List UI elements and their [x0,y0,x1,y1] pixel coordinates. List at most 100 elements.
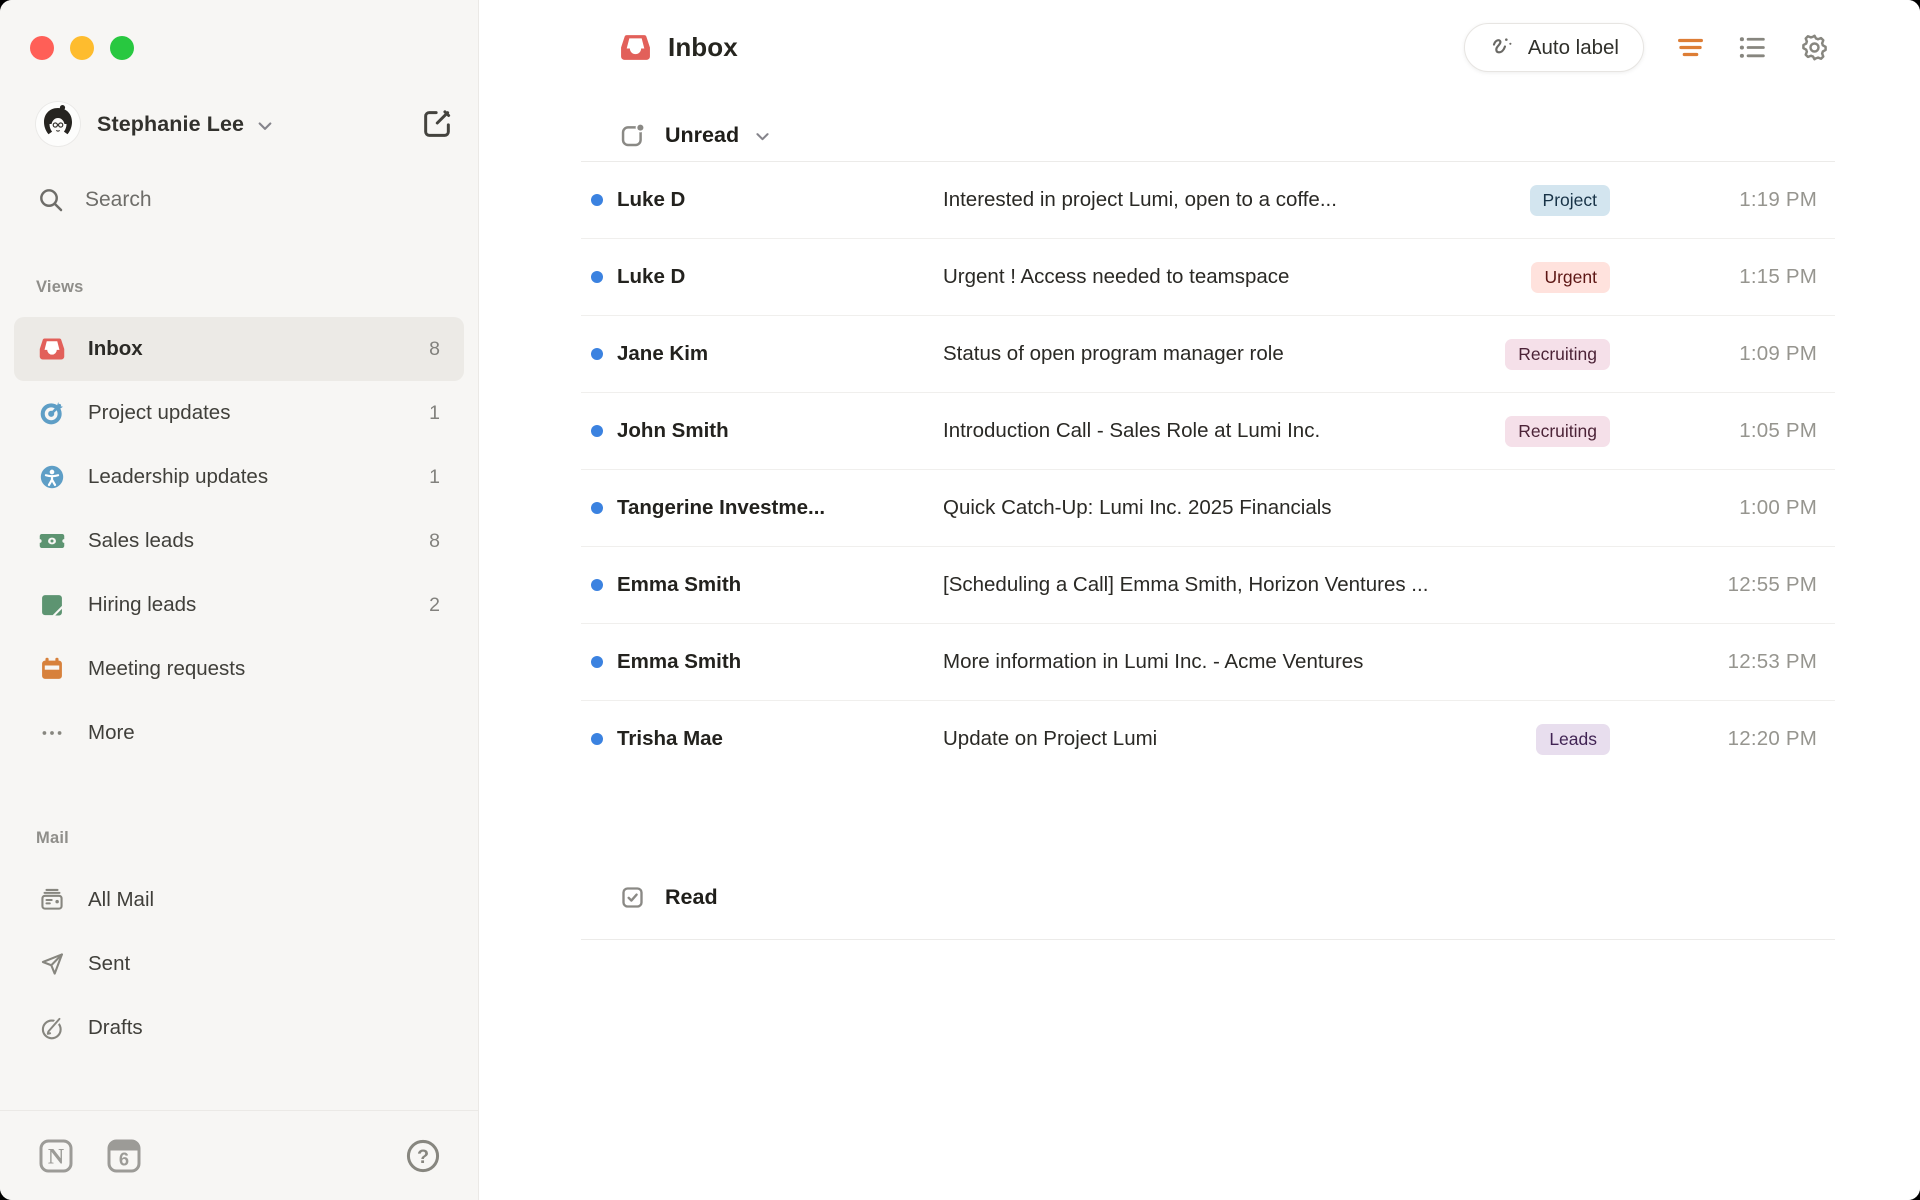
search-button[interactable]: Search [37,186,454,214]
email-sender: Luke D [617,188,686,211]
sidebar-item-label: More [88,721,135,744]
compose-button[interactable] [420,107,454,141]
sidebar-item-drafts[interactable]: Drafts [14,996,464,1060]
sidebar-item-label: Sent [88,952,131,975]
sidebar: Stephanie Lee Search Views Inbox 8 Project … [0,0,479,1200]
view-title-group: Inbox [619,31,738,64]
unread-count-badge: 8 [429,529,440,552]
email-time: 12:55 PM [1727,573,1817,596]
email-row[interactable]: Emma Smith [Scheduling a Call] Emma Smith… [581,547,1835,624]
main-header: Inbox Auto label [479,0,1920,72]
sidebar-item-label: Hiring leads [88,593,197,616]
label-badge-recruiting: Recruiting [1505,415,1610,447]
email-sender: Jane Kim [617,342,709,365]
unread-count-badge: 2 [429,593,440,616]
sidebar-item-sent[interactable]: Sent [14,932,464,996]
sidebar-item-label: Sales leads [88,529,194,552]
sidebar-item-leadership-updates[interactable]: Leadership updates 1 [14,445,464,509]
email-subject: Introduction Call - Sales Role at Lumi I… [943,419,1321,442]
email-subject: More information in Lumi Inc. - Acme Ven… [943,650,1364,673]
main-area: Inbox Auto label Unread Luke D Interested… [479,0,1920,1200]
email-row[interactable]: John Smith Introduction Call - Sales Role… [581,393,1835,470]
auto-label-button[interactable]: Auto label [1463,23,1644,72]
inbox-icon [619,31,652,64]
traffic-lights [0,0,478,60]
help-icon[interactable]: ? [404,1137,442,1175]
email-row[interactable]: Trisha Mae Update on Project Lumi Leads 12:… [581,701,1835,777]
chevron-down-icon[interactable] [752,126,773,147]
label-badge-project: Project [1529,184,1610,216]
email-sender: Luke D [617,265,686,288]
email-row[interactable]: Luke D Interested in project Lumi, open t… [581,162,1835,239]
auto-label-wand-icon [1489,34,1516,61]
email-time: 1:05 PM [1739,419,1817,442]
email-row[interactable]: Tangerine Investme... Quick Catch-Up: Lum… [581,470,1835,547]
sidebar-item-label: Project updates [88,401,231,424]
svg-text:?: ? [417,1145,429,1167]
sidebar-item-project-updates[interactable]: Project updates 1 [14,381,464,445]
unread-count-badge: 8 [429,337,440,360]
unread-dot [591,271,603,283]
email-sender: Emma Smith [617,650,742,673]
unread-section-header[interactable]: Unread [619,119,1920,151]
email-sender: Tangerine Investme... [617,496,826,519]
target-icon [38,399,66,427]
filter-icon[interactable] [1675,32,1706,63]
minimize-window-button[interactable] [70,36,94,60]
sidebar-item-hiring-leads[interactable]: Hiring leads 2 [14,573,464,637]
header-actions: Auto label [1463,23,1830,72]
drafts-icon [38,1014,66,1042]
sidebar-item-label: Inbox [88,337,143,360]
read-section-header[interactable]: Read [619,881,1920,913]
email-row[interactable]: Emma Smith More information in Lumi Inc. … [581,624,1835,701]
unread-count-badge: 1 [429,401,440,424]
email-row[interactable]: Jane Kim Status of open program manager r… [581,316,1835,393]
label-badge-urgent: Urgent [1531,261,1610,293]
search-label: Search [85,188,152,211]
sidebar-item-sales-leads[interactable]: Sales leads 8 [14,509,464,573]
sidebar-nav: Views Inbox 8 Project updates 1 Leadership up… [0,278,478,1060]
avatar [36,102,80,146]
sidebar-item-all-mail[interactable]: All Mail [14,868,464,932]
sent-icon [38,950,66,978]
email-row[interactable]: Luke D Urgent ! Access needed to teamspac… [581,239,1835,316]
notion-app-icon[interactable]: N [36,1136,76,1176]
search-icon [37,186,65,214]
close-window-button[interactable] [30,36,54,60]
email-list: Luke D Interested in project Lumi, open t… [581,162,1835,777]
sidebar-item-more[interactable]: More [14,701,464,765]
zoom-window-button[interactable] [110,36,134,60]
section-title-mail: Mail [36,829,69,847]
sidebar-item-label: Meeting requests [88,657,246,680]
email-sender: Trisha Mae [617,727,723,750]
sidebar-item-label: Drafts [88,1016,143,1039]
sidebar-item-inbox[interactable]: Inbox 8 [14,317,464,381]
chevron-down-icon [254,115,276,137]
settings-gear-icon[interactable] [1799,32,1830,63]
list-view-icon[interactable] [1737,32,1768,63]
read-checkbox-icon [619,884,646,911]
svg-text:N: N [48,1143,64,1168]
notion-mail-window: Stephanie Lee Search Views Inbox 8 Project … [0,0,1920,1200]
unread-dot [591,348,603,360]
inbox-icon [38,335,66,363]
email-time: 1:15 PM [1739,265,1817,288]
email-subject: Status of open program manager role [943,342,1284,365]
email-subject: Interested in project Lumi, open to a co… [943,188,1337,211]
label-badge-leads: Leads [1536,723,1610,755]
page-title: Inbox [668,32,738,62]
sidebar-footer: N 6 ? [0,1110,478,1200]
unread-square-icon [619,122,646,149]
email-time: 1:00 PM [1739,496,1817,519]
unread-dot [591,579,603,591]
profile-switcher[interactable]: Stephanie Lee [36,102,454,146]
dollar-icon [38,527,66,555]
svg-text:6: 6 [119,1148,129,1169]
profile-name: Stephanie Lee [97,111,245,136]
sidebar-item-label: All Mail [88,888,155,911]
nav-section-views: Inbox 8 Project updates 1 Leadership updates… [0,317,478,765]
notion-calendar-app-icon[interactable]: 6 [104,1136,144,1176]
label-badge-recruiting: Recruiting [1505,338,1610,370]
sidebar-item-meeting-requests[interactable]: Meeting requests [14,637,464,701]
section-title-views: Views [36,278,84,296]
